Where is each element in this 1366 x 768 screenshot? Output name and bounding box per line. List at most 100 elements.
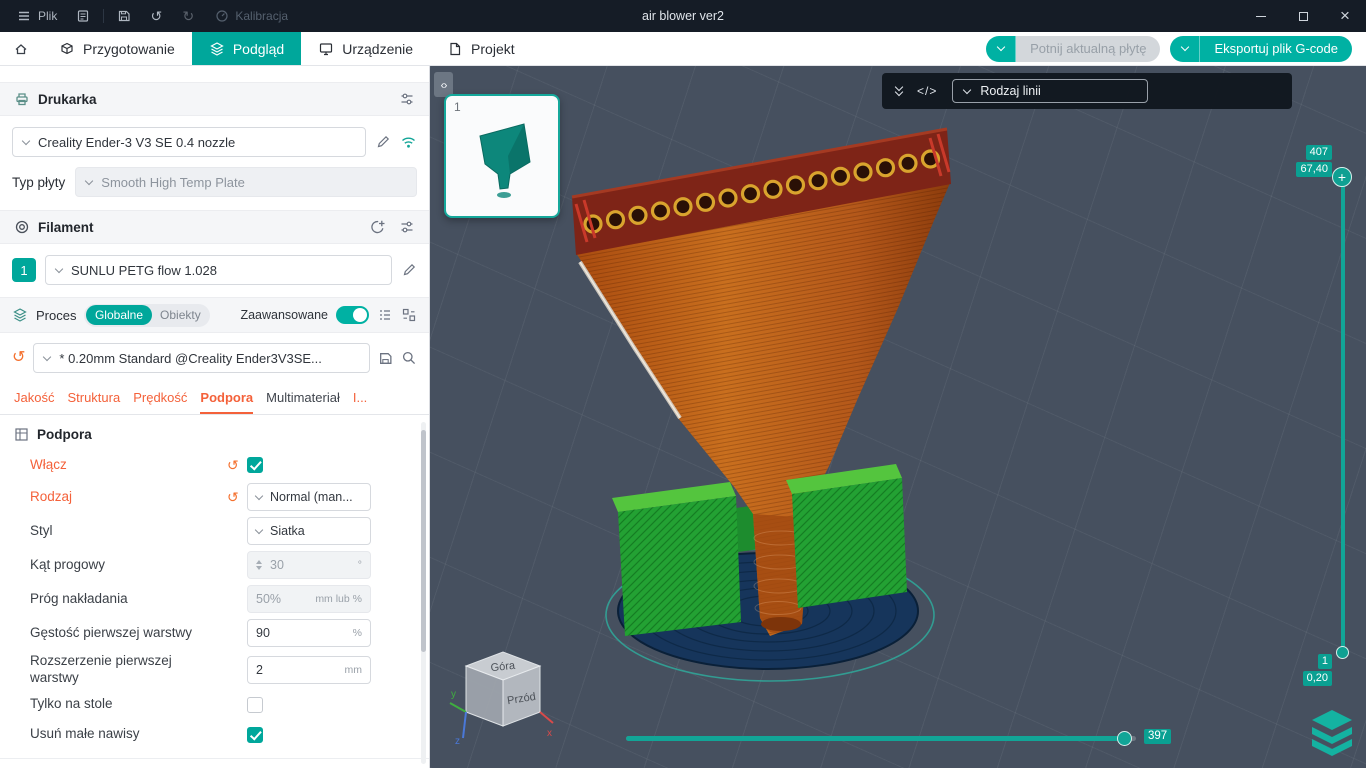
axis-z-label: z [455,736,460,747]
plate-thumbnail[interactable]: 1 [444,94,560,218]
raft-panel-header: Tratwa (raft) [0,757,429,768]
line-type-select[interactable]: Rodzaj linii [952,79,1149,103]
tab-urzadzenie[interactable]: Urządzenie [301,32,430,65]
plate-type-row: Typ płyty Smooth High Temp Plate [0,165,429,210]
process-section-header: Proces Globalne Obiekty Zaawansowane [0,297,429,333]
process-preset-select[interactable]: * 0.20mm Standard @Creality Ender3V3SE..… [33,343,370,373]
layer-slider-bottom-handle[interactable] [1336,646,1349,659]
minimize-button[interactable] [1240,0,1282,32]
step-slider-track[interactable] [626,731,1136,746]
tab-projekt[interactable]: Projekt [430,32,532,65]
model-3d-render[interactable] [430,66,1366,768]
tab-podglad[interactable]: Podgląd [191,32,302,65]
plus-icon [1338,169,1346,185]
setting-label: Włącz [30,456,67,472]
tab-struktura[interactable]: Struktura [67,384,120,414]
save-preset-icon[interactable] [378,351,393,366]
double-chevron-down-icon[interactable] [894,82,904,97]
enable-support-checkbox[interactable] [247,457,263,473]
first-layer-density-input[interactable]: 90 % [247,619,371,647]
tab-predkosc[interactable]: Prędkość [133,384,187,414]
redo-icon[interactable] [173,0,203,32]
printer-settings-icon[interactable] [399,91,415,107]
export-gcode-button[interactable]: Eksportuj plik G-code [1170,35,1352,62]
scrollbar-thumb[interactable] [421,430,426,652]
setting-label: Tylko na stole [30,696,113,712]
wifi-icon[interactable] [400,134,417,150]
edit-printer-icon[interactable] [375,134,391,150]
tab-jakosc[interactable]: Jakość [14,384,54,414]
calibration-label: Kalibracja [235,9,289,23]
tab-label: Przygotowanie [83,40,175,57]
compare-presets-icon[interactable] [401,307,417,323]
bottom-height-badge: 0,20 [1302,671,1332,686]
tab-multimaterial[interactable]: Multimateriał [266,384,340,414]
printer-select[interactable]: Creality Ender-3 V3 SE 0.4 nozzle [12,127,366,157]
process-tabs: Jakość Struktura Prędkość Podpora Multim… [0,382,429,415]
save-icon[interactable] [109,0,139,32]
filament-select[interactable]: SUNLU PETG flow 1.028 [45,255,392,285]
tab-inne[interactable]: I... [353,384,367,414]
setting-row-overlap-threshold: Próg nakładania 50% mm lub % [0,582,429,616]
support-section-icon [15,428,28,441]
axis-x-label: x [547,728,552,739]
file-menu-label: Plik [38,9,58,23]
support-type-select[interactable]: Normal (man... [247,483,371,511]
layer-slider-track[interactable] [1341,178,1345,652]
reset-icon[interactable] [227,490,247,504]
advanced-toggle[interactable] [336,306,369,324]
stepper-arrows-icon[interactable] [256,559,262,571]
support-style-select[interactable]: Siatka [247,517,371,545]
step-slider-fill [626,736,1126,741]
plate-type-select[interactable]: Smooth High Temp Plate [75,167,417,197]
filament-settings-icon[interactable] [399,219,415,235]
buildplate-only-checkbox[interactable] [247,696,263,713]
step-slider-handle[interactable] [1117,731,1132,746]
calibration-button[interactable]: Kalibracja [205,9,298,23]
preset-select-value: * 0.20mm Standard @Creality Ender3V3SE..… [59,350,322,366]
export-options-chevron[interactable] [1170,35,1201,62]
process-icon [13,308,27,322]
file-menu-button[interactable]: Plik [8,0,66,32]
remove-small-overhangs-checkbox[interactable] [247,726,263,743]
setting-label: Usuń małe nawisy [30,726,140,742]
setting-row-threshold-angle: Kąt progowy 30 ° [0,548,429,582]
plate-type-label: Typ płyty [12,174,66,190]
threshold-angle-input[interactable]: 30 ° [247,551,371,579]
setting-row-type: Rodzaj Normal (man... [0,480,429,514]
slice-options-chevron[interactable] [986,35,1017,62]
viewport-3d[interactable]: 1 Rodzaj linii 407 67,40 1 0,20 397 Góra… [430,66,1366,768]
layer-slider-top-handle[interactable] [1332,167,1352,187]
filament-slot-badge[interactable]: 1 [12,258,36,282]
chevron-down-icon [254,525,264,534]
tab-podpora[interactable]: Podpora [200,384,254,414]
tab-przygotowanie[interactable]: Przygotowanie [42,32,192,65]
edit-filament-icon[interactable] [401,262,417,278]
home-button[interactable] [0,32,42,65]
gcode-view-icon[interactable] [917,84,937,98]
setting-row-first-layer-expansion: Rozszerzenie pierwszej warstwy 2 mm [0,650,429,690]
scope-global-button[interactable]: Globalne [85,305,153,325]
setting-row-style: Styl Siatka [0,514,429,548]
hamburger-icon [19,11,29,21]
settings-list-icon[interactable] [377,307,393,323]
maximize-button[interactable] [1282,0,1324,32]
filament-section-title: Filament [38,219,94,235]
close-button[interactable] [1324,0,1366,32]
divider [103,9,105,23]
slice-plate-button[interactable]: Potnij aktualną płytę [986,35,1161,62]
reset-preset-icon[interactable] [12,350,25,366]
overlap-threshold-input[interactable]: 50% mm lub % [247,585,371,613]
setting-label: Gęstość pierwszej warstwy [30,624,193,640]
scope-objects-button[interactable]: Obiekty [152,308,209,322]
search-icon[interactable] [401,350,417,366]
notes-icon[interactable] [68,0,98,32]
orientation-cube[interactable]: Góra Przód y z x [446,640,558,762]
axis-y-label: y [451,689,456,700]
undo-icon[interactable] [141,0,171,32]
first-layer-expansion-input[interactable]: 2 mm [247,655,371,684]
reset-icon[interactable] [227,458,247,472]
add-filament-icon[interactable] [370,219,386,235]
creality-logo [1312,710,1352,756]
panel-scrollbar[interactable] [421,422,426,764]
